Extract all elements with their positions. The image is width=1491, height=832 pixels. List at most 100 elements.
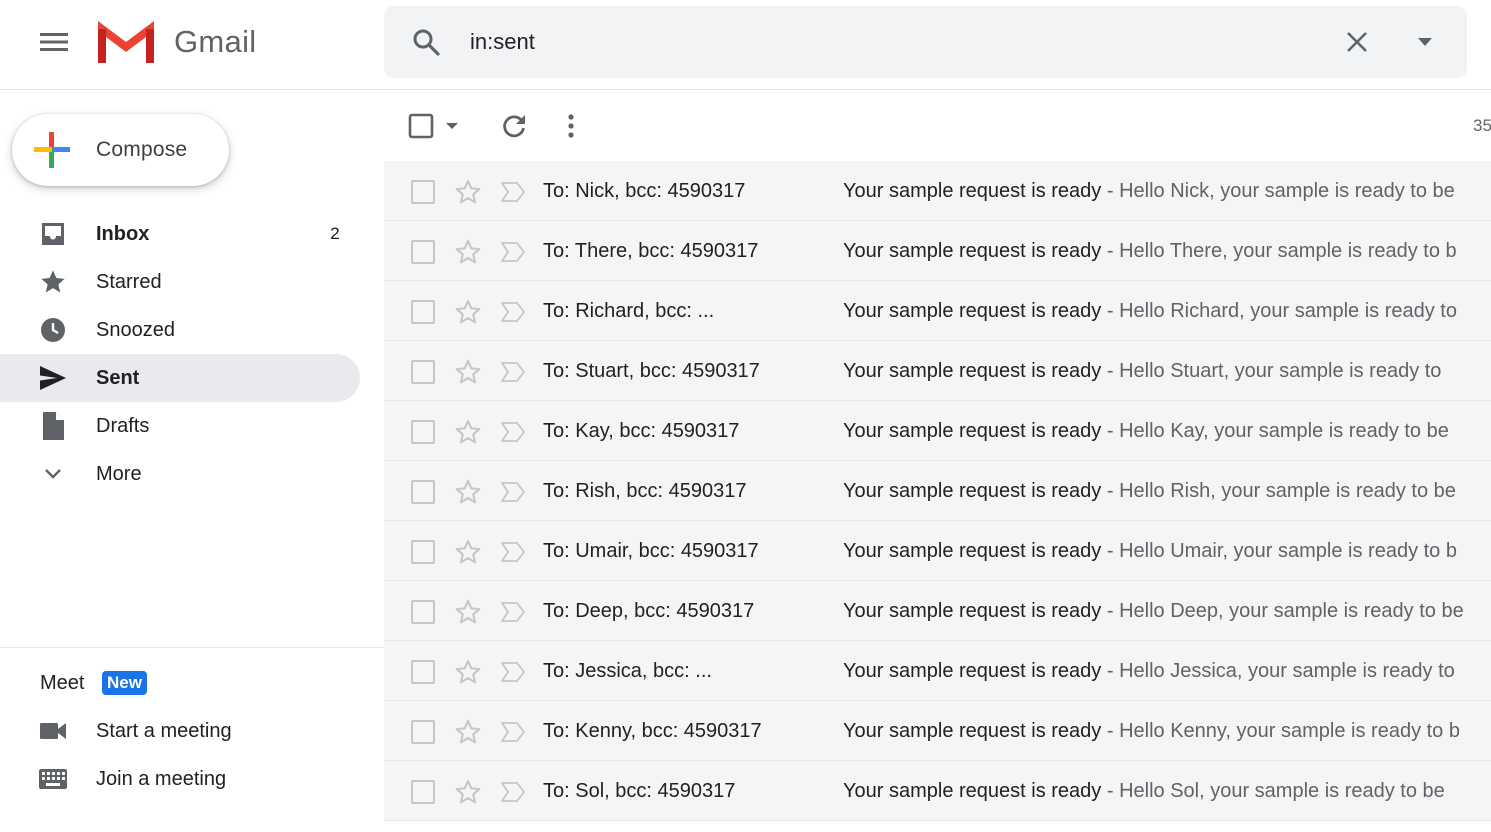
- row-checkbox[interactable]: [411, 540, 435, 564]
- join-meeting-item[interactable]: Join a meeting: [0, 757, 360, 801]
- gmail-logo[interactable]: Gmail: [98, 20, 256, 64]
- email-row[interactable]: To: Kay, bcc: 4590317 Your sample reques…: [384, 401, 1491, 461]
- star-outline-icon[interactable]: [454, 298, 482, 326]
- video-camera-icon: [38, 717, 68, 745]
- email-row[interactable]: To: There, bcc: 4590317 Your sample requ…: [384, 221, 1491, 281]
- main-content: 35 To: Nick, bcc: 4590317 Your sample re…: [384, 91, 1491, 832]
- email-row[interactable]: To: Deep, bcc: 4590317 Your sample reque…: [384, 581, 1491, 641]
- email-subject: Your sample request is ready: [843, 240, 1102, 262]
- email-content: Your sample request is ready - Hello The…: [843, 240, 1491, 263]
- search-button[interactable]: [408, 24, 444, 60]
- important-marker-icon[interactable]: [500, 420, 526, 444]
- email-snippet: - Hello Nick, your sample is ready to be: [1101, 180, 1455, 202]
- star-outline-icon[interactable]: [454, 358, 482, 386]
- important-marker-icon[interactable]: [500, 600, 526, 624]
- refresh-button[interactable]: [494, 106, 534, 146]
- email-subject: Your sample request is ready: [843, 360, 1102, 382]
- sidebar-item-inbox[interactable]: Inbox 2: [0, 210, 360, 258]
- compose-button[interactable]: Compose: [12, 114, 229, 186]
- important-marker-icon[interactable]: [500, 540, 526, 564]
- star-outline-icon[interactable]: [454, 538, 482, 566]
- email-subject: Your sample request is ready: [843, 780, 1102, 802]
- clear-search-button[interactable]: [1334, 22, 1380, 62]
- row-checkbox[interactable]: [411, 780, 435, 804]
- email-row[interactable]: To: Nick, bcc: 4590317 Your sample reque…: [384, 161, 1491, 221]
- sidebar-item-more[interactable]: More: [0, 450, 360, 498]
- important-marker-icon[interactable]: [500, 480, 526, 504]
- important-marker-icon[interactable]: [500, 360, 526, 384]
- email-row[interactable]: To: Rish, bcc: 4590317 Your sample reque…: [384, 461, 1491, 521]
- email-row[interactable]: To: Stuart, bcc: 4590317 Your sample req…: [384, 341, 1491, 401]
- select-all-checkbox[interactable]: [406, 106, 436, 146]
- new-badge: New: [102, 671, 147, 695]
- sidebar-item-label: Snoozed: [96, 319, 175, 341]
- sidebar-divider: [0, 647, 384, 648]
- email-subject: Your sample request is ready: [843, 480, 1102, 502]
- clock-icon: [38, 316, 68, 344]
- sidebar-item-snoozed[interactable]: Snoozed: [0, 306, 360, 354]
- email-content: Your sample request is ready - Hello Stu…: [843, 360, 1491, 383]
- important-marker-icon[interactable]: [500, 720, 526, 744]
- meet-section-title: Meet: [40, 672, 85, 694]
- email-snippet: - Hello Kay, your sample is ready to be: [1101, 420, 1449, 442]
- row-checkbox[interactable]: [411, 480, 435, 504]
- email-subject: Your sample request is ready: [843, 420, 1102, 442]
- select-options-button[interactable]: [442, 106, 462, 146]
- email-content: Your sample request is ready - Hello Sol…: [843, 780, 1491, 803]
- sidebar-item-drafts[interactable]: Drafts: [0, 402, 360, 450]
- star-outline-icon[interactable]: [454, 418, 482, 446]
- email-row[interactable]: To: Sol, bcc: 4590317 Your sample reques…: [384, 761, 1491, 821]
- checkbox-icon: [408, 113, 434, 139]
- email-row[interactable]: To: Jessica, bcc: ... Your sample reques…: [384, 641, 1491, 701]
- star-icon: [38, 268, 68, 296]
- sidebar-item-starred[interactable]: Starred: [0, 258, 360, 306]
- sidebar-item-label: Inbox: [96, 223, 150, 245]
- caret-down-icon: [446, 123, 458, 129]
- page-count: 35: [1473, 116, 1491, 135]
- row-checkbox[interactable]: [411, 600, 435, 624]
- email-recipient: To: Kenny, bcc: 4590317: [543, 720, 762, 742]
- important-marker-icon[interactable]: [500, 300, 526, 324]
- search-options-button[interactable]: [1402, 22, 1448, 62]
- star-outline-icon[interactable]: [454, 718, 482, 746]
- chevron-down-icon: [38, 460, 68, 488]
- important-marker-icon[interactable]: [500, 240, 526, 264]
- email-recipient: To: Sol, bcc: 4590317: [543, 780, 736, 802]
- email-row[interactable]: To: Kenny, bcc: 4590317 Your sample requ…: [384, 701, 1491, 761]
- row-checkbox[interactable]: [411, 360, 435, 384]
- sidebar-item-sent[interactable]: Sent: [0, 354, 360, 402]
- search-input[interactable]: [470, 24, 1330, 60]
- email-subject: Your sample request is ready: [843, 660, 1102, 682]
- email-list: To: Nick, bcc: 4590317 Your sample reque…: [384, 161, 1491, 821]
- email-content: Your sample request is ready - Hello Ken…: [843, 720, 1491, 743]
- star-outline-icon[interactable]: [454, 658, 482, 686]
- email-snippet: - Hello Richard, your sample is ready to: [1101, 300, 1457, 322]
- row-checkbox[interactable]: [411, 180, 435, 204]
- important-marker-icon[interactable]: [500, 660, 526, 684]
- star-outline-icon[interactable]: [454, 178, 482, 206]
- row-checkbox[interactable]: [411, 240, 435, 264]
- row-checkbox[interactable]: [411, 660, 435, 684]
- start-meeting-item[interactable]: Start a meeting: [0, 709, 360, 753]
- more-options-button[interactable]: [556, 106, 586, 146]
- row-checkbox[interactable]: [411, 300, 435, 324]
- main-menu-button[interactable]: [30, 22, 78, 62]
- list-toolbar: 35: [384, 91, 1491, 161]
- email-content: Your sample request is ready - Hello Jes…: [843, 660, 1491, 683]
- important-marker-icon[interactable]: [500, 780, 526, 804]
- email-snippet: - Hello Deep, your sample is ready to be: [1101, 600, 1464, 622]
- send-icon: [38, 364, 68, 392]
- star-outline-icon[interactable]: [454, 478, 482, 506]
- gmail-logo-text: Gmail: [174, 24, 257, 59]
- star-outline-icon[interactable]: [454, 598, 482, 626]
- row-checkbox[interactable]: [411, 420, 435, 444]
- sidebar-item-label: More: [96, 463, 142, 485]
- star-outline-icon[interactable]: [454, 778, 482, 806]
- email-row[interactable]: To: Richard, bcc: ... Your sample reques…: [384, 281, 1491, 341]
- row-checkbox[interactable]: [411, 720, 435, 744]
- important-marker-icon[interactable]: [500, 180, 526, 204]
- email-content: Your sample request is ready - Hello Uma…: [843, 540, 1491, 563]
- email-row[interactable]: To: Umair, bcc: 4590317 Your sample requ…: [384, 521, 1491, 581]
- close-icon: [1347, 32, 1367, 52]
- star-outline-icon[interactable]: [454, 238, 482, 266]
